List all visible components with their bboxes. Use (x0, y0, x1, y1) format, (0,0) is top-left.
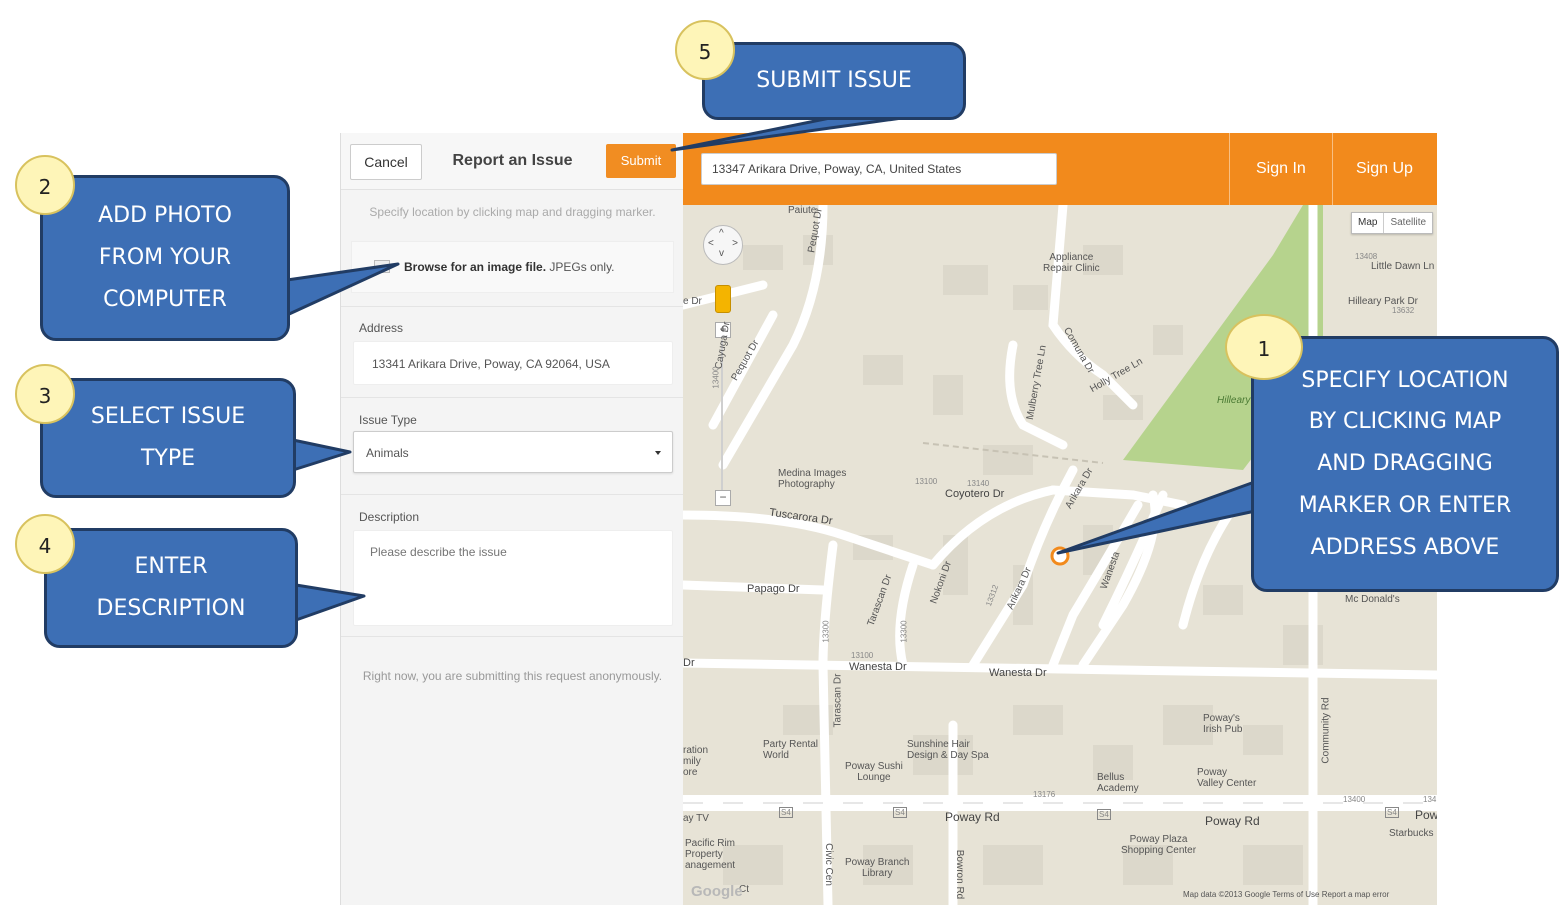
callout-2: ADD PHOTO FROM YOUR COMPUTER (40, 175, 290, 341)
callout-2-badge: 2 (15, 155, 75, 215)
callout-1-line: AND DRAGGING (1317, 451, 1493, 477)
callout-4: ENTER DESCRIPTION (44, 528, 298, 648)
callout-5-badge: 5 (675, 20, 735, 80)
callout-3-badge: 3 (15, 364, 75, 424)
callout-3-line: SELECT ISSUE (90, 404, 246, 430)
callout-1-tail (1056, 478, 1262, 555)
callout-1-line: BY CLICKING MAP (1308, 409, 1502, 435)
callout-2-line: FROM YOUR (98, 245, 232, 271)
callout-3-line: TYPE (140, 446, 196, 471)
callout-4-line: ENTER (134, 554, 208, 580)
callout-3: SELECT ISSUE TYPE (40, 378, 296, 498)
callout-4-badge: 4 (15, 514, 75, 574)
callout-1: SPECIFY LOCATION BY CLICKING MAP AND DRA… (1251, 336, 1559, 592)
callout-3-tail (291, 438, 352, 472)
callout-5: SUBMIT ISSUE (702, 42, 966, 120)
callout-2-line: ADD PHOTO (98, 203, 232, 229)
callout-1-line: SPECIFY LOCATION (1301, 367, 1509, 393)
callout-4-tail (294, 583, 366, 622)
callout-1-line: MARKER OR ENTER (1298, 492, 1512, 518)
callout-2-tail (285, 262, 400, 317)
callout-4-line: DESCRIPTION (96, 596, 246, 621)
callout-5-tail (670, 116, 904, 152)
callout-1-line: ADDRESS ABOVE (1310, 534, 1500, 560)
callout-1-badge: 1 (1225, 314, 1303, 380)
callout-5-line: SUBMIT ISSUE (756, 68, 912, 94)
callout-2-line: COMPUTER (103, 286, 227, 312)
